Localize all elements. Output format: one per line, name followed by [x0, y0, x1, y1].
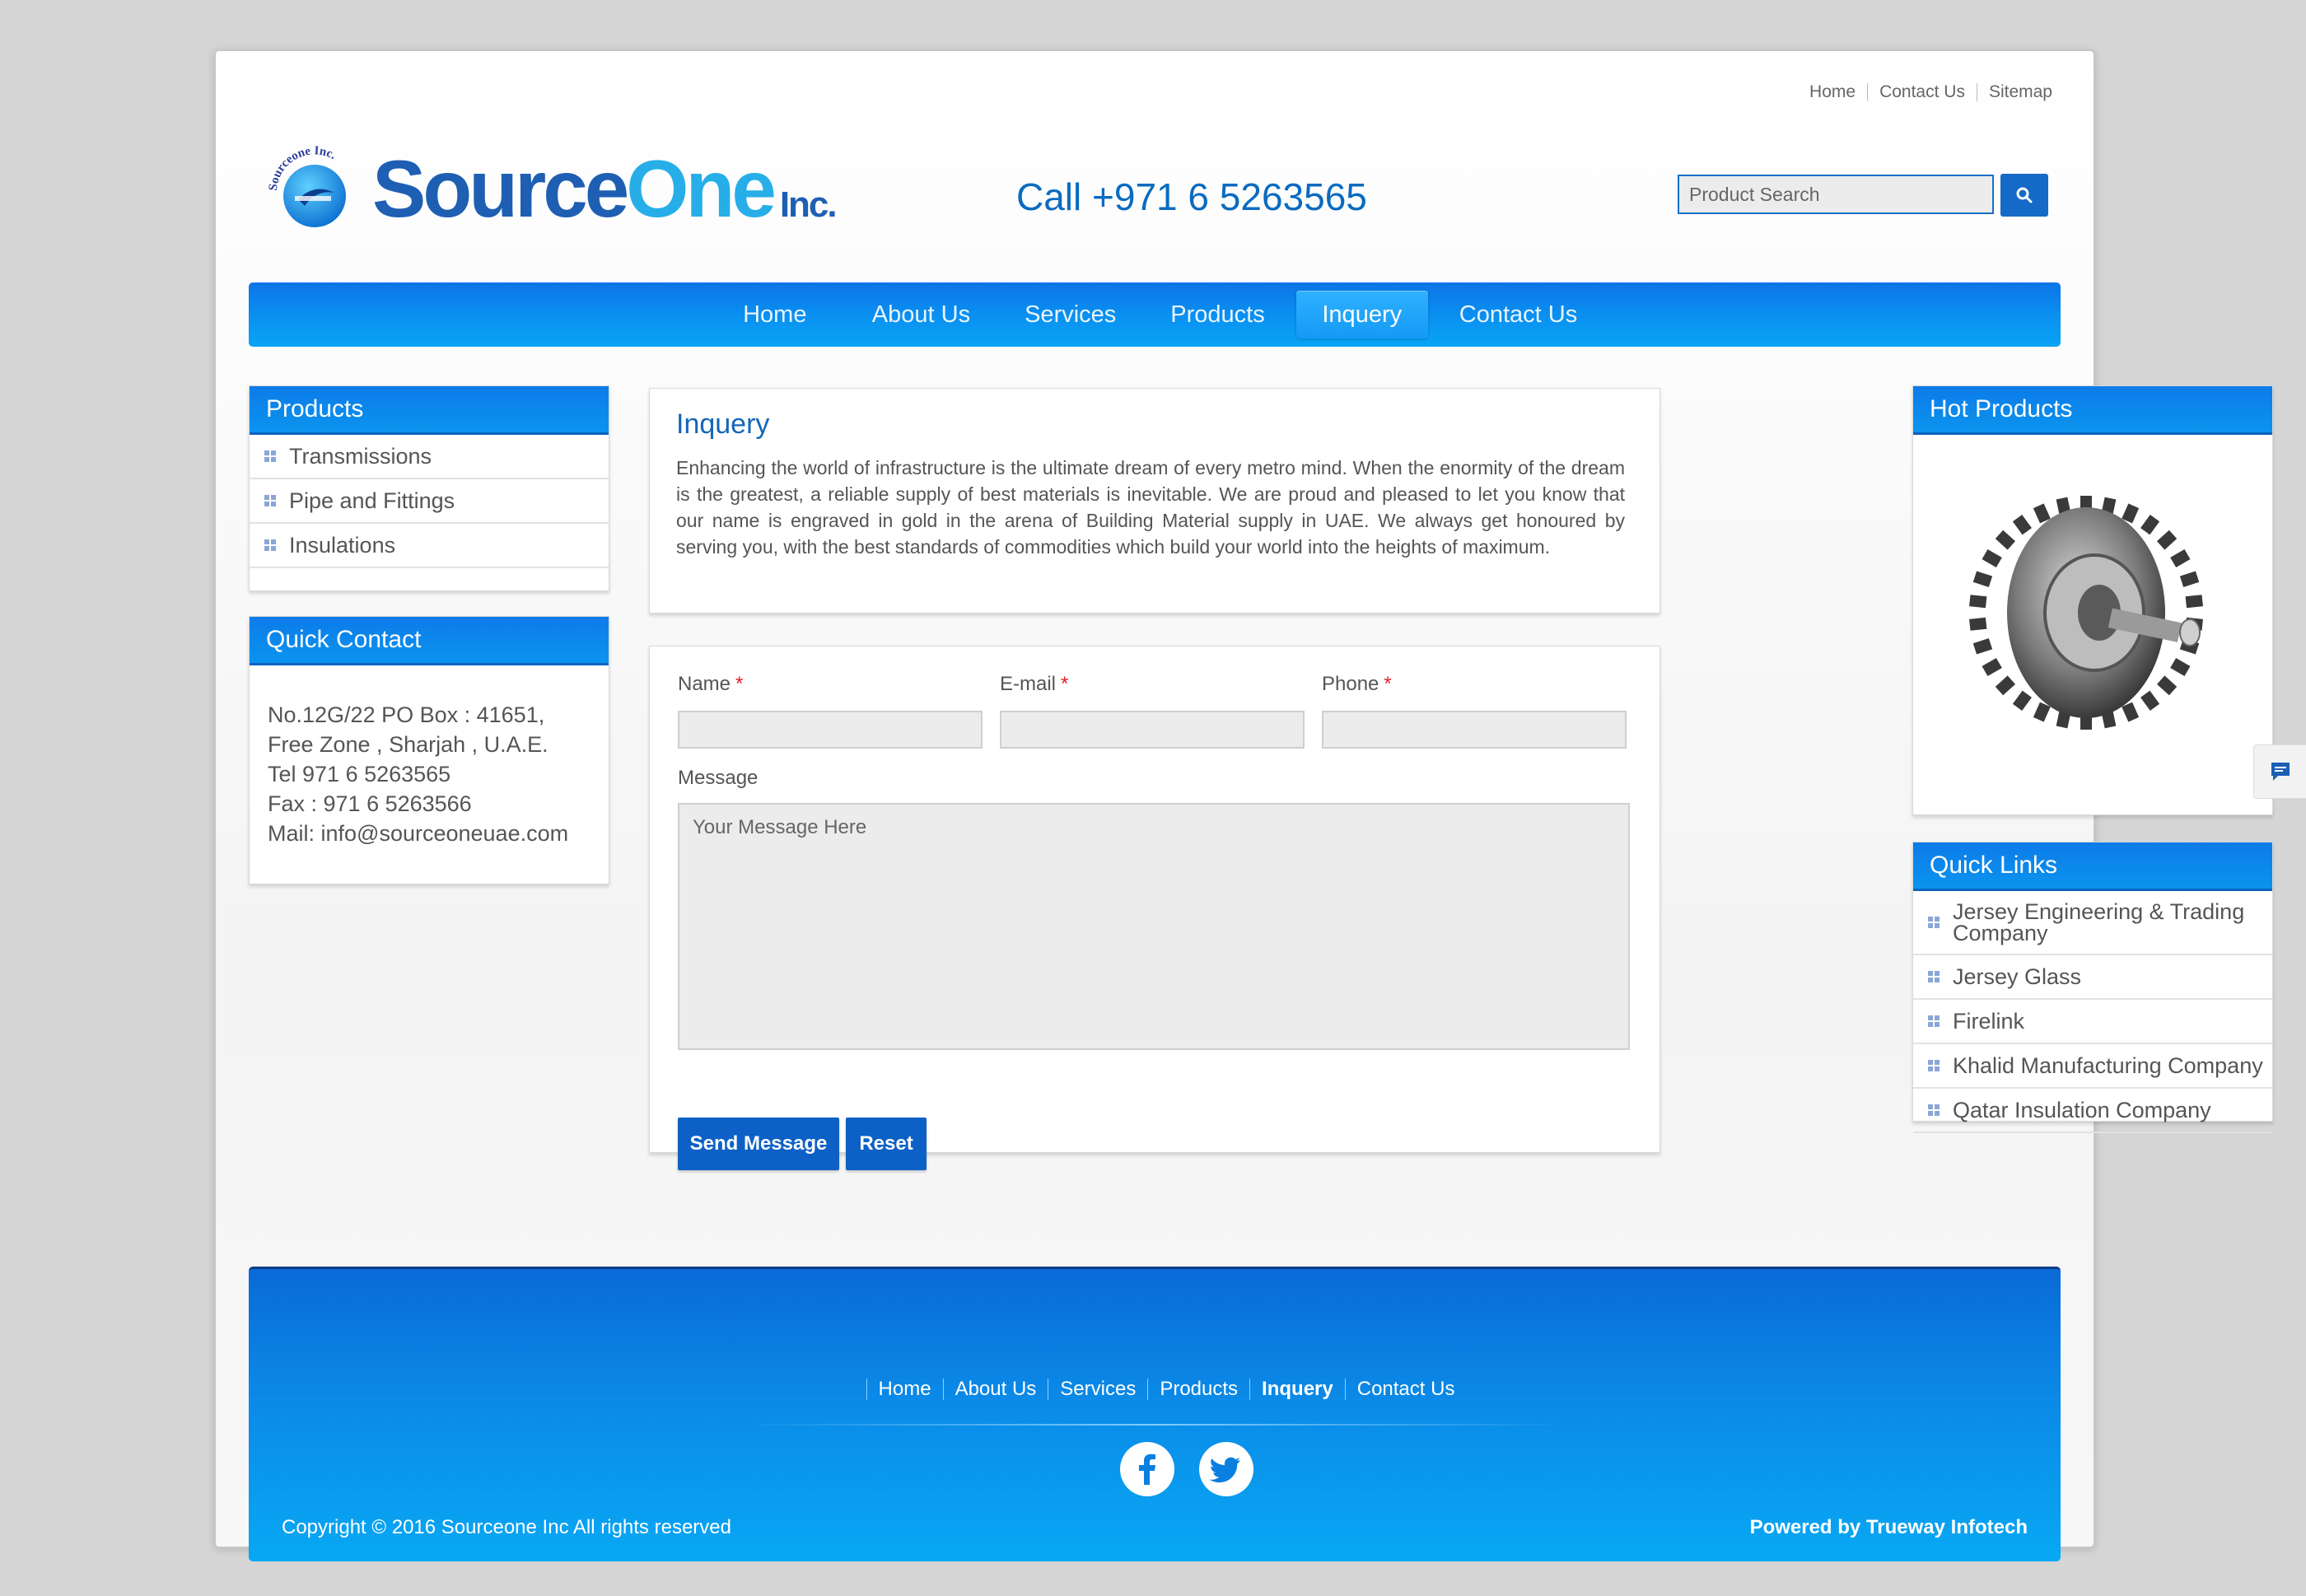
- product-search: [1678, 174, 2048, 217]
- footer-link-about-us[interactable]: About Us: [955, 1378, 1037, 1401]
- top-links: Home Contact Us Sitemap: [1809, 82, 2052, 102]
- grid-bullet-icon: [264, 495, 276, 506]
- chat-widget-tab[interactable]: [2253, 744, 2306, 799]
- quick-contact-panel: Quick Contact No.12G/22 PO Box : 41651, …: [249, 616, 609, 884]
- inquery-intro: Inquery Enhancing the world of infrastru…: [649, 388, 1660, 614]
- quick-link-label: Firelink: [1953, 1008, 2025, 1034]
- quick-link-label: Khalid Manufacturing Company: [1953, 1052, 2263, 1078]
- grid-bullet-icon: [1928, 917, 1940, 928]
- page-container: Home Contact Us Sitemap Sourceone Inc. S…: [214, 49, 2273, 1561]
- nav-contact-us[interactable]: Contact Us: [1436, 291, 1600, 338]
- logo-emblem-icon: Sourceone Inc.: [267, 144, 346, 227]
- contact-address-2: Free Zone , Sharjah , U.A.E.: [268, 732, 548, 757]
- contact-details: No.12G/22 PO Box : 41651, Free Zone , Sh…: [250, 665, 609, 848]
- footer-link-home[interactable]: Home: [879, 1378, 931, 1401]
- nav-services[interactable]: Services: [1001, 291, 1139, 338]
- product-link-label: Transmissions: [289, 443, 432, 469]
- grid-bullet-icon: [264, 450, 276, 462]
- grid-bullet-icon: [264, 539, 276, 551]
- divider: [1867, 83, 1869, 101]
- twitter-bird-icon: [1209, 1457, 1240, 1483]
- powered-by: Powered by Trueway Infotech: [1750, 1516, 2028, 1539]
- top-link-sitemap[interactable]: Sitemap: [1989, 82, 2052, 102]
- intro-text: Enhancing the world of infrastructure is…: [676, 457, 1625, 558]
- quick-link-label: Jersey Glass: [1953, 964, 2082, 989]
- contact-fax: Fax : 971 6 5263566: [268, 791, 472, 816]
- twitter-icon[interactable]: [1199, 1442, 1253, 1496]
- contact-tel: Tel 971 6 5263565: [268, 762, 451, 786]
- phone-label: Phone *: [1322, 673, 1392, 695]
- name-field[interactable]: [678, 711, 983, 749]
- products-panel: Products Transmissions Pipe and Fittings…: [249, 385, 609, 591]
- grid-bullet-icon: [1928, 971, 1940, 982]
- contact-address-1: No.12G/22 PO Box : 41651,: [268, 702, 545, 727]
- email-label: E-mail *: [1000, 673, 1069, 695]
- search-input[interactable]: [1678, 175, 1994, 214]
- quick-links-title: Quick Links: [1913, 842, 2272, 891]
- phone-callout: Call +971 6 5263565: [1016, 175, 1367, 218]
- products-panel-title: Products: [250, 386, 609, 435]
- nav-inquery[interactable]: Inquery: [1295, 291, 1428, 338]
- hot-products-title: Hot Products: [1913, 386, 2272, 435]
- message-label: Message: [678, 767, 759, 789]
- contact-mail: Mail: info@sourceoneuae.com: [268, 821, 569, 846]
- logo-wordmark: SourceOne Inc.: [372, 143, 838, 234]
- footer-link-services[interactable]: Services: [1060, 1378, 1136, 1401]
- grid-bullet-icon: [1928, 1104, 1940, 1116]
- name-label: Name *: [678, 673, 744, 695]
- phone-field[interactable]: [1322, 711, 1627, 749]
- page-title: Inquery: [676, 408, 770, 440]
- footer-link-products[interactable]: Products: [1160, 1378, 1238, 1401]
- inquiry-form: Name* E-mail* Phone* Message Send Messag…: [649, 646, 1660, 1170]
- site-footer: Home About Us Services Products Inquery …: [249, 1267, 2061, 1561]
- product-link-label: Pipe and Fittings: [289, 488, 455, 513]
- quick-links-panel: Quick Links Jersey Engineering & Trading…: [1912, 842, 2273, 1133]
- powered-by-link[interactable]: Trueway Infotech: [1866, 1516, 2028, 1538]
- product-link-label: Insulations: [289, 532, 396, 558]
- divider: [1147, 1379, 1149, 1400]
- main-nav: Home About Us Services Products Inquery …: [249, 282, 2061, 347]
- quick-link-khalid[interactable]: Khalid Manufacturing Company: [1913, 1044, 2272, 1089]
- quick-link-label: Qatar Insulation Company: [1953, 1097, 2211, 1122]
- product-link-transmissions[interactable]: Transmissions: [250, 435, 609, 479]
- nav-home[interactable]: Home: [709, 291, 841, 338]
- powered-by-prefix: Powered by: [1749, 1516, 1861, 1538]
- facebook-icon[interactable]: [1120, 1442, 1174, 1496]
- footer-divider: [743, 1424, 1566, 1426]
- facebook-glyph-icon: [1139, 1454, 1155, 1485]
- product-link-insulations[interactable]: Insulations: [250, 524, 609, 568]
- divider: [866, 1379, 867, 1400]
- search-icon: [2016, 187, 2033, 203]
- nav-about-us[interactable]: About Us: [849, 291, 993, 338]
- search-button[interactable]: [2000, 174, 2048, 217]
- footer-nav: Home About Us Services Products Inquery …: [249, 1378, 2061, 1401]
- quick-link-firelink[interactable]: Firelink: [1913, 1000, 2272, 1044]
- reset-button[interactable]: Reset: [846, 1118, 927, 1170]
- divider: [1344, 1379, 1346, 1400]
- quick-link-jersey-engineering[interactable]: Jersey Engineering & Trading Company: [1913, 891, 2272, 955]
- quick-contact-title: Quick Contact: [250, 617, 609, 665]
- footer-link-inquery[interactable]: Inquery: [1262, 1378, 1333, 1401]
- hot-products-panel: Hot Products: [1912, 385, 2273, 815]
- quick-link-qatar-insulation[interactable]: Qatar Insulation Company: [1913, 1089, 2272, 1133]
- quick-link-jersey-glass[interactable]: Jersey Glass: [1913, 955, 2272, 1000]
- send-message-button[interactable]: Send Message: [678, 1118, 839, 1170]
- nav-products[interactable]: Products: [1147, 291, 1287, 338]
- footer-link-contact-us[interactable]: Contact Us: [1357, 1378, 1455, 1401]
- email-field[interactable]: [1000, 711, 1305, 749]
- sprocket-gear-image[interactable]: [1963, 452, 2226, 765]
- copyright-text: Copyright © 2016 Sourceone Inc All right…: [282, 1516, 731, 1538]
- grid-bullet-icon: [1928, 1015, 1940, 1027]
- quick-link-label: Jersey Engineering & Trading Company: [1953, 899, 2245, 945]
- product-link-pipe-fittings[interactable]: Pipe and Fittings: [250, 479, 609, 524]
- site-logo[interactable]: Sourceone Inc. SourceOne Inc.: [265, 142, 838, 234]
- top-link-home[interactable]: Home: [1809, 82, 1856, 102]
- grid-bullet-icon: [1928, 1060, 1940, 1071]
- message-field[interactable]: [678, 803, 1630, 1050]
- chat-bubble-icon: [2271, 763, 2290, 781]
- divider: [1249, 1379, 1251, 1400]
- divider: [942, 1379, 944, 1400]
- top-link-contact[interactable]: Contact Us: [1879, 82, 1965, 102]
